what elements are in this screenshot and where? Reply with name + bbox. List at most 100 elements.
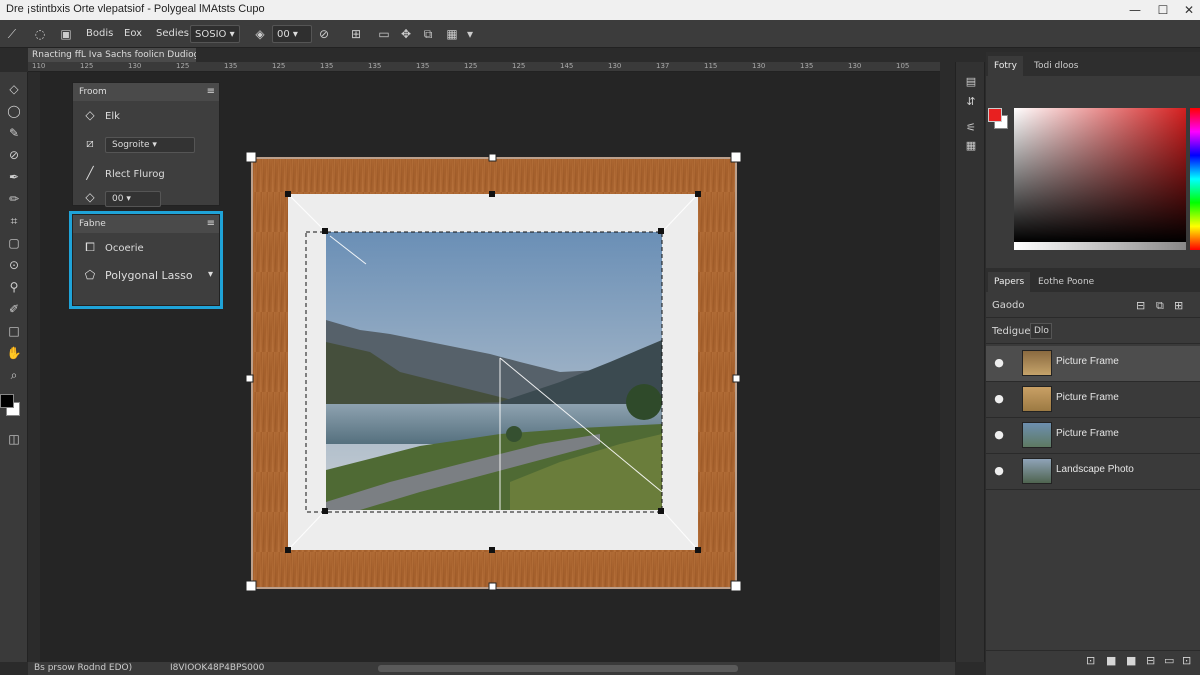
crop-tool-icon[interactable]: ⌗	[5, 212, 23, 230]
tab-other[interactable]: Eothe Poone	[1032, 272, 1100, 292]
new-group-icon[interactable]: ⊟	[1146, 654, 1155, 667]
panel-row-ocoerie[interactable]: ⧠ Ocoerie	[81, 237, 144, 257]
fx-icon[interactable]: ■	[1106, 654, 1116, 667]
option-field-2[interactable]: Eox	[124, 25, 142, 43]
lasso-tool-icon[interactable]: ◇	[5, 80, 23, 98]
quick-mask-icon[interactable]: ◫	[5, 430, 23, 448]
link-icon[interactable]: ⧉	[1156, 299, 1164, 313]
align-icon[interactable]: ▦	[444, 26, 460, 42]
lock-icon[interactable]: ⊟	[1136, 299, 1145, 312]
refine-icon[interactable]: ⊘	[316, 26, 332, 42]
layer-row-picture-frame-3[interactable]: ● Picture Frame	[986, 418, 1200, 454]
monitor-icon[interactable]: ▭	[376, 26, 392, 42]
zoom-readout[interactable]: Bs prsow Rodnd EDO)	[34, 662, 132, 675]
ruler-tick: 125	[176, 62, 190, 70]
window-icon: ⧠	[85, 240, 95, 254]
foreground-color-chip[interactable]	[988, 108, 1002, 122]
ruler-tick: 130	[848, 62, 862, 70]
panel-row-rlect[interactable]: ╱ Rlect Flurog	[81, 163, 165, 183]
option-select-1[interactable]: SOSIO ▾	[190, 25, 240, 43]
new-layer-icon[interactable]: ▭	[1164, 654, 1174, 667]
fill-icon[interactable]: ⊞	[1174, 299, 1183, 312]
panel-menu-icon-2[interactable]: ≡	[207, 215, 215, 233]
quick-select-tool-icon[interactable]: ◯	[5, 102, 23, 120]
delete-layer-icon[interactable]: ⊡	[1182, 654, 1191, 667]
eraser-icon[interactable]: ◈	[252, 26, 268, 42]
title-bar: Dre ¡stintbxis Orte vlepatsiof - Polygea…	[0, 0, 1200, 20]
properties-icon[interactable]: ⚟	[963, 120, 979, 136]
tab-tools[interactable]: Todi dloos	[1028, 56, 1084, 76]
visibility-eye-icon[interactable]: ●	[992, 464, 1006, 478]
visibility-eye-icon[interactable]: ●	[992, 356, 1006, 370]
transform-icon[interactable]: ⧉	[420, 26, 436, 42]
window-title: Dre ¡stintbxis Orte vlepatsiof - Polygea…	[6, 3, 265, 15]
diamond-icon: ◇	[85, 108, 95, 122]
history-icon[interactable]: ▤	[963, 74, 979, 90]
adjustments-icon[interactable]: ⇵	[963, 94, 979, 110]
layer-row-picture-frame-1[interactable]: ● Picture Frame	[986, 346, 1200, 382]
foreground-color-swatch[interactable]	[0, 394, 14, 408]
opacity-input[interactable]: Dlo	[1030, 323, 1052, 339]
hue-slider[interactable]	[1190, 108, 1200, 250]
amount-dropdown[interactable]: 00 ▾	[105, 191, 161, 207]
ruler-tick: 110	[32, 62, 46, 70]
tool-preset-icon[interactable]: ⟋	[4, 26, 20, 42]
panel-menu-icon[interactable]: ≡	[207, 83, 215, 101]
tab-color[interactable]: Fotry	[988, 56, 1023, 76]
amount-dropdown-value: 00	[112, 194, 124, 204]
layer-thumbnail	[1022, 422, 1052, 448]
mask-icon[interactable]: ■	[1126, 654, 1136, 667]
horizontal-scrollbar[interactable]	[378, 665, 738, 672]
spot-heal-tool-icon[interactable]: ⊘	[5, 146, 23, 164]
move-icon[interactable]: ✥	[398, 26, 414, 42]
visibility-eye-icon[interactable]: ●	[992, 392, 1006, 406]
pen-tool-icon[interactable]: ✒	[5, 168, 23, 186]
minimize-button[interactable]: —	[1120, 1, 1150, 19]
blend-mode-label[interactable]: Gaodo	[992, 300, 1024, 311]
style-dropdown-value: Sogroite	[112, 140, 150, 150]
brush-tool-icon[interactable]: ✎	[5, 124, 23, 142]
option-label: Sedies	[156, 28, 189, 39]
panel-row-rlect-label: Rlect Flurog	[105, 169, 165, 180]
pencil-tool-icon[interactable]: ✏	[5, 190, 23, 208]
eyedropper-tool-icon[interactable]: ⊙	[5, 256, 23, 274]
layer-row-picture-frame-2[interactable]: ● Picture Frame	[986, 382, 1200, 418]
ruler-tick: 135	[416, 62, 430, 70]
frame-tool-icon[interactable]: ▢	[5, 234, 23, 252]
polygonal-lasso-icon: ⬠	[84, 268, 96, 282]
ruler-tick: 137	[656, 62, 670, 70]
libraries-icon[interactable]: ▦	[963, 138, 979, 154]
document-tab[interactable]: Rnacting ffL Iva Sachs foolicn Dudiog Mn…	[28, 48, 196, 62]
color-picker-field[interactable]	[1014, 108, 1186, 242]
style-dropdown[interactable]: Sogroite ▾	[105, 137, 195, 153]
close-button[interactable]: ✕	[1174, 1, 1200, 19]
color-ramp[interactable]	[1014, 242, 1186, 250]
stamp-icon[interactable]: ⊞	[348, 26, 364, 42]
panel-row-elk[interactable]: ◇ Elk	[81, 105, 120, 125]
align-dropdown-icon[interactable]: ▾	[462, 26, 478, 42]
option-field-1[interactable]: Bodis	[86, 25, 113, 43]
lasso-options-panel-title: Fabne	[79, 219, 106, 229]
options-bar: ⟋ ◌ ▣ Bodis Eox Sedies SOSIO ▾ ◈ 00 ▾ ⊘ …	[0, 20, 1200, 48]
new-selection-icon[interactable]: ◌	[32, 26, 48, 42]
polygonal-lasso-option[interactable]: ⬠ Polygonal Lasso ▾	[81, 265, 213, 285]
hand-tool-icon[interactable]: ✋	[5, 344, 23, 362]
smudge-tool-icon[interactable]: ✐	[5, 300, 23, 318]
tools-panel: ◇ ◯ ✎ ⊘ ✒ ✏ ⌗ ▢ ⊙ ⚲ ✐ □ ✋ ⌕ ◫	[0, 72, 28, 662]
add-selection-icon[interactable]: ▣	[58, 26, 74, 42]
link-layers-icon[interactable]: ⊡	[1086, 654, 1095, 667]
ruler-tick: 145	[560, 62, 574, 70]
panel-dock: ▤ ⇵ ⚟ ▦	[955, 62, 985, 662]
rectangle-tool-icon[interactable]: □	[5, 322, 23, 340]
tab-layers[interactable]: Papers	[988, 272, 1031, 292]
zoom-tool-icon[interactable]: ⌕	[5, 366, 23, 384]
visibility-eye-icon[interactable]: ●	[992, 428, 1006, 442]
landscape-photo	[326, 232, 662, 510]
dodge-tool-icon[interactable]: ⚲	[5, 278, 23, 296]
option-select-2[interactable]: 00 ▾	[272, 25, 312, 43]
ruler-tick: 105	[896, 62, 910, 70]
panel-row-ocoerie-label: Ocoerie	[105, 243, 144, 254]
layer-row-landscape-photo[interactable]: ● Landscape Photo	[986, 454, 1200, 490]
ruler-tick: 130	[752, 62, 766, 70]
layer-thumbnail	[1022, 458, 1052, 484]
